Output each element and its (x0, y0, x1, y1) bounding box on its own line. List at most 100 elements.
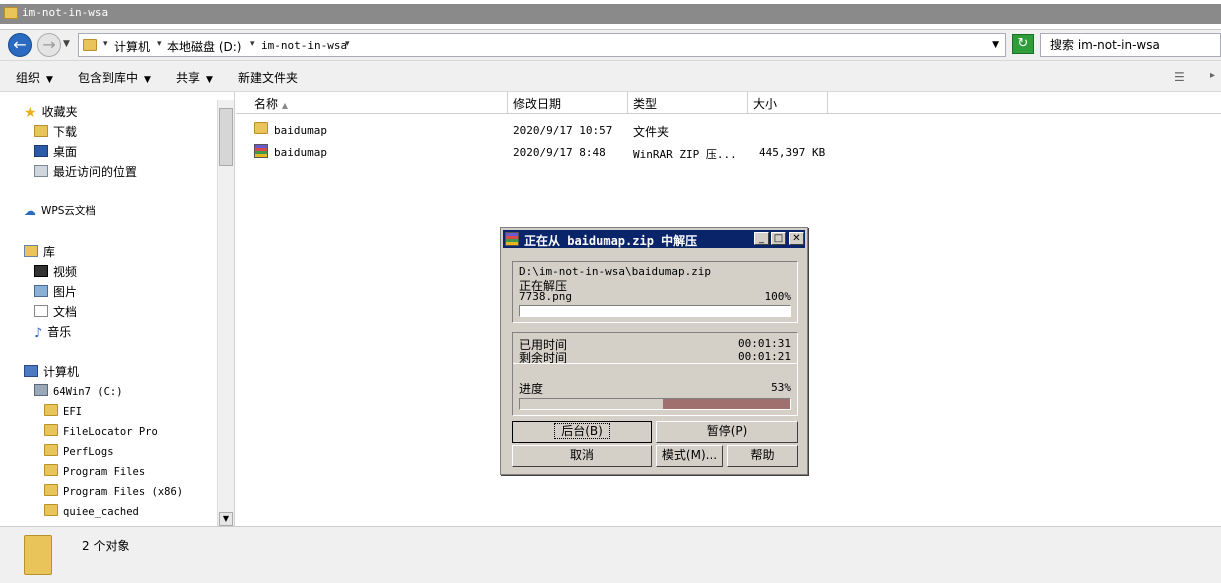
divider (513, 363, 797, 364)
downloads-icon (34, 125, 48, 137)
help-button[interactable]: 帮助 (727, 445, 798, 467)
window-title: im-not-in-wsa (22, 6, 109, 19)
folder-icon (254, 122, 268, 134)
search-input[interactable]: 搜索 im-not-in-wsa (1040, 33, 1221, 57)
item-count: 2 个对象 (82, 539, 130, 553)
folder-icon (24, 535, 52, 575)
nav-favorites[interactable]: ★ 收藏夹 (24, 103, 78, 121)
scroll-down-icon[interactable]: ▼ (219, 512, 233, 526)
star-icon: ★ (24, 105, 37, 121)
winrar-archive-icon (254, 144, 268, 158)
file-type: 文件夹 (633, 125, 670, 139)
file-percent: 100% (764, 290, 792, 303)
column-divider[interactable] (507, 92, 508, 114)
nav-wps-cloud[interactable]: ☁ WPS云文档 (24, 203, 96, 218)
file-progress-group: D:\im-not-in-wsa\baidumap.zip 正在解压 7738.… (512, 261, 798, 323)
nav-drive-c[interactable]: 64Win7 (C:) (34, 384, 123, 398)
new-folder-button[interactable]: 新建文件夹 (238, 69, 298, 86)
nav-folder[interactable]: FileLocator Pro (44, 424, 158, 438)
chevron-down-icon: ▼ (206, 75, 213, 85)
folder-icon (44, 404, 58, 416)
column-type[interactable]: 类型 (633, 95, 657, 112)
address-row: ← → ▼ ▾ 计算机 ▾ 本地磁盘 (D:) ▾ im-not-in-wsa … (0, 30, 1221, 60)
background-button[interactable]: 后台(B) (512, 421, 652, 443)
nav-libraries[interactable]: 库 (24, 243, 55, 260)
breadcrumb-drive-d[interactable]: 本地磁盘 (D:) (167, 38, 241, 55)
chevron-down-icon[interactable]: ▾ (157, 39, 162, 49)
chevron-right-icon[interactable]: ▸ (1210, 70, 1215, 81)
column-divider[interactable] (827, 92, 828, 114)
nav-computer[interactable]: 计算机 (24, 363, 79, 380)
dialog-titlebar[interactable]: 正在从 baidumap.zip 中解压 _ □ ✕ (503, 230, 805, 248)
column-size[interactable]: 大小 (753, 95, 777, 112)
include-in-library-button[interactable]: 包含到库中 ▼ (78, 69, 151, 86)
chevron-down-icon[interactable]: ▾ (345, 39, 350, 49)
breadcrumb-computer[interactable]: 计算机 (114, 38, 150, 55)
current-file: 7738.png (519, 290, 572, 303)
library-icon (24, 245, 38, 257)
folder-icon (44, 464, 58, 476)
file-row[interactable]: baidumap 2020/9/17 8:48 WinRAR ZIP 压... … (236, 143, 1221, 163)
folder-icon (83, 39, 97, 51)
nav-folder[interactable]: Program Files (44, 464, 145, 478)
column-divider[interactable] (747, 92, 748, 114)
nav-videos[interactable]: 视频 (34, 263, 77, 280)
chevron-down-icon: ▼ (46, 75, 53, 85)
scrollbar-thumb[interactable] (219, 108, 233, 166)
chevron-down-icon: ▼ (144, 75, 151, 85)
column-divider[interactable] (627, 92, 628, 114)
window-titlebar: im-not-in-wsa (0, 0, 1221, 30)
nav-folder[interactable]: PerfLogs (44, 444, 114, 458)
document-icon (34, 305, 48, 317)
nav-folder[interactable]: quiee_cached (44, 504, 139, 518)
file-type: WinRAR ZIP 压... (633, 148, 737, 161)
refresh-button[interactable]: ↻ (1012, 34, 1034, 54)
view-options-icon[interactable]: ☰ (1174, 70, 1185, 84)
nav-documents[interactable]: 文档 (34, 303, 77, 320)
nav-recent-places[interactable]: 最近访问的位置 (34, 163, 137, 180)
total-percent: 53% (771, 381, 791, 394)
cloud-icon: ☁ (24, 204, 36, 218)
file-size: 445,397 KB (759, 146, 826, 159)
breadcrumb-folder[interactable]: im-not-in-wsa (261, 39, 347, 52)
picture-icon (34, 285, 48, 297)
nav-scrollbar[interactable]: ▼ (217, 100, 234, 526)
total-progress-bar (519, 398, 791, 410)
file-row[interactable]: baidumap 2020/9/17 10:57 文件夹 (236, 121, 1221, 141)
nav-desktop[interactable]: 桌面 (34, 143, 77, 160)
chevron-down-icon[interactable]: ▾ (250, 39, 255, 49)
drive-icon (34, 384, 48, 396)
address-bar[interactable]: ▾ 计算机 ▾ 本地磁盘 (D:) ▾ im-not-in-wsa ▾ ▼ (78, 33, 1006, 57)
total-progress-fill (520, 399, 663, 409)
file-progress-fill (520, 306, 790, 316)
folder-icon (44, 444, 58, 456)
folder-icon (44, 504, 58, 516)
nav-music[interactable]: ♪ 音乐 (34, 323, 71, 341)
recent-places-icon (34, 165, 48, 177)
organize-button[interactable]: 组织 ▼ (16, 69, 53, 86)
nav-pictures[interactable]: 图片 (34, 283, 77, 300)
mode-button[interactable]: 模式(M)... (656, 445, 723, 467)
column-date[interactable]: 修改日期 (513, 95, 561, 112)
nav-downloads[interactable]: 下载 (34, 123, 77, 140)
file-date: 2020/9/17 10:57 (513, 124, 613, 137)
maximize-button[interactable]: □ (771, 232, 786, 245)
folder-icon (44, 424, 58, 436)
address-dropdown-icon[interactable]: ▼ (992, 40, 999, 50)
chevron-down-icon[interactable]: ▾ (103, 39, 108, 49)
file-name: baidumap (274, 146, 327, 159)
minimize-button[interactable]: _ (754, 232, 769, 245)
pause-button[interactable]: 暂停(P) (656, 421, 798, 443)
forward-button[interactable]: → (37, 33, 61, 57)
share-button[interactable]: 共享 ▼ (176, 69, 213, 86)
column-name[interactable]: 名称 ▲ (254, 95, 288, 112)
back-button[interactable]: ← (8, 33, 32, 57)
close-button[interactable]: ✕ (789, 232, 804, 245)
nav-folder[interactable]: Program Files (x86) (44, 484, 183, 498)
nav-folder[interactable]: EFI (44, 404, 82, 418)
cancel-button[interactable]: 取消 (512, 445, 652, 467)
progress-label: 进度 (519, 382, 544, 396)
recent-pages-dropdown[interactable]: ▼ (63, 39, 70, 49)
dialog-title: 正在从 baidumap.zip 中解压 (524, 234, 698, 248)
search-placeholder: 搜索 im-not-in-wsa (1050, 38, 1160, 52)
